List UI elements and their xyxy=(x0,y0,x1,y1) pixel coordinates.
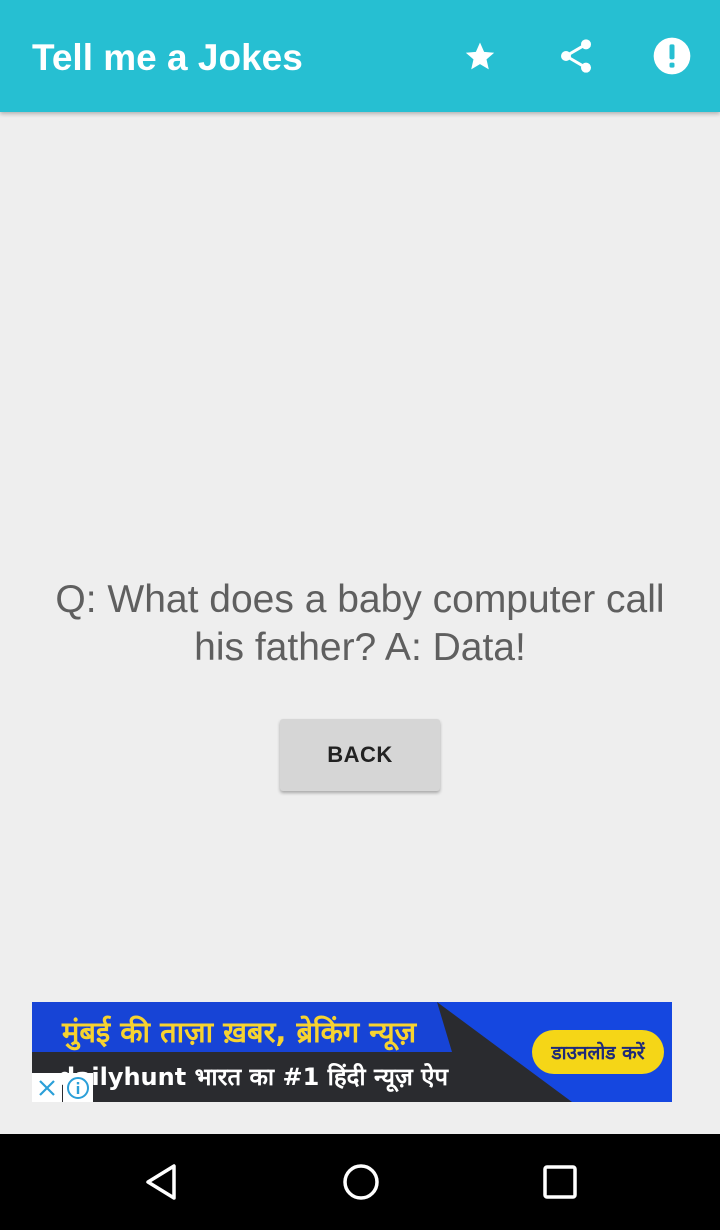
ad-close-button[interactable] xyxy=(32,1073,62,1102)
app-title: Tell me a Jokes xyxy=(32,37,303,78)
share-button[interactable] xyxy=(552,32,600,80)
ad-banner[interactable]: मुंबई की ताज़ा ख़बर, ब्रेकिंग न्यूज़ dai… xyxy=(32,1002,672,1102)
ad-info-button[interactable] xyxy=(63,1073,93,1102)
back-button[interactable]: BACK xyxy=(280,719,440,791)
adchoices-info-icon xyxy=(67,1076,89,1099)
app-bar: Tell me a Jokes xyxy=(0,0,720,112)
favorite-button[interactable] xyxy=(456,32,504,80)
ad-tagline: भारत का #1 हिंदी न्यूज़ ऐप xyxy=(194,1063,449,1091)
nav-back-button[interactable] xyxy=(138,1158,186,1206)
ad-download-button[interactable]: डाउनलोड करें xyxy=(532,1030,664,1074)
triangle-back-icon xyxy=(146,1164,176,1200)
joke-text: Q: What does a baby computer call his fa… xyxy=(55,578,665,669)
ad-headline: मुंबई की ताज़ा ख़बर, ब्रेकिंग न्यूज़ xyxy=(62,1015,417,1049)
circle-home-icon xyxy=(343,1164,379,1200)
about-button[interactable] xyxy=(648,32,696,80)
star-icon xyxy=(465,42,495,70)
nav-home-button[interactable] xyxy=(337,1158,385,1206)
info-icon xyxy=(653,37,691,75)
share-icon xyxy=(561,39,591,73)
system-nav-bar xyxy=(0,1134,720,1230)
nav-recents-button[interactable] xyxy=(536,1158,584,1206)
ad-brand-line: dailyhunt भारत का #1 हिंदी न्यूज़ ऐप xyxy=(46,1060,448,1093)
close-icon xyxy=(39,1079,55,1096)
square-recents-icon xyxy=(543,1165,577,1199)
